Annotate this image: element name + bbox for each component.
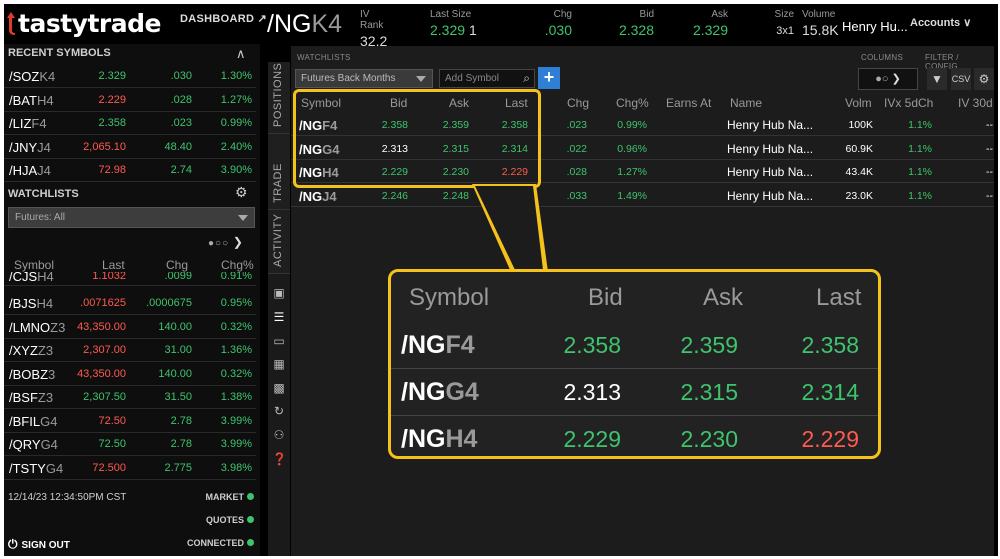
zoom-header-last: Last <box>816 284 862 311</box>
zoom-row: /NGH4 2.229 2.230 2.229 <box>391 416 878 456</box>
app-window: tastytrade DASHBOARD ↗ /NGK4 IV Rank 32.… <box>4 4 998 556</box>
zoom-last-cell: 2.358 <box>801 332 859 358</box>
symbol-cell: /NGF4 <box>401 331 475 360</box>
zoom-header-symbol: Symbol <box>409 284 490 311</box>
zoom-bid-cell: 2.313 <box>563 379 621 405</box>
symbol-month: H4 <box>445 425 478 453</box>
symbol-cell: /NGG4 <box>401 378 479 407</box>
zoom-ask-cell: 2.359 <box>680 332 738 358</box>
symbol-root: /NG <box>401 425 446 453</box>
zoom-last-cell: 2.229 <box>801 426 859 452</box>
zoom-header-ask: Ask <box>703 284 744 311</box>
symbol-cell: /NGH4 <box>401 425 477 454</box>
zoom-bid-cell: 2.229 <box>563 426 621 452</box>
zoom-last-cell: 2.314 <box>801 379 859 405</box>
zoom-row: /NGG4 2.313 2.315 2.314 <box>391 369 878 416</box>
zoom-row: /NGF4 2.358 2.359 2.358 <box>391 322 878 369</box>
symbol-root: /NG <box>401 378 446 406</box>
zoom-callout: Symbol Bid Ask Last /NGF4 2.358 2.359 2.358… <box>388 269 881 459</box>
symbol-month: G4 <box>445 378 479 406</box>
zoom-ask-cell: 2.315 <box>680 379 738 405</box>
zoom-ask-cell: 2.230 <box>680 426 738 452</box>
symbol-root: /NG <box>401 331 446 359</box>
symbol-month: F4 <box>445 331 475 359</box>
zoom-header-bid: Bid <box>588 284 623 311</box>
zoom-bid-cell: 2.358 <box>563 332 621 358</box>
